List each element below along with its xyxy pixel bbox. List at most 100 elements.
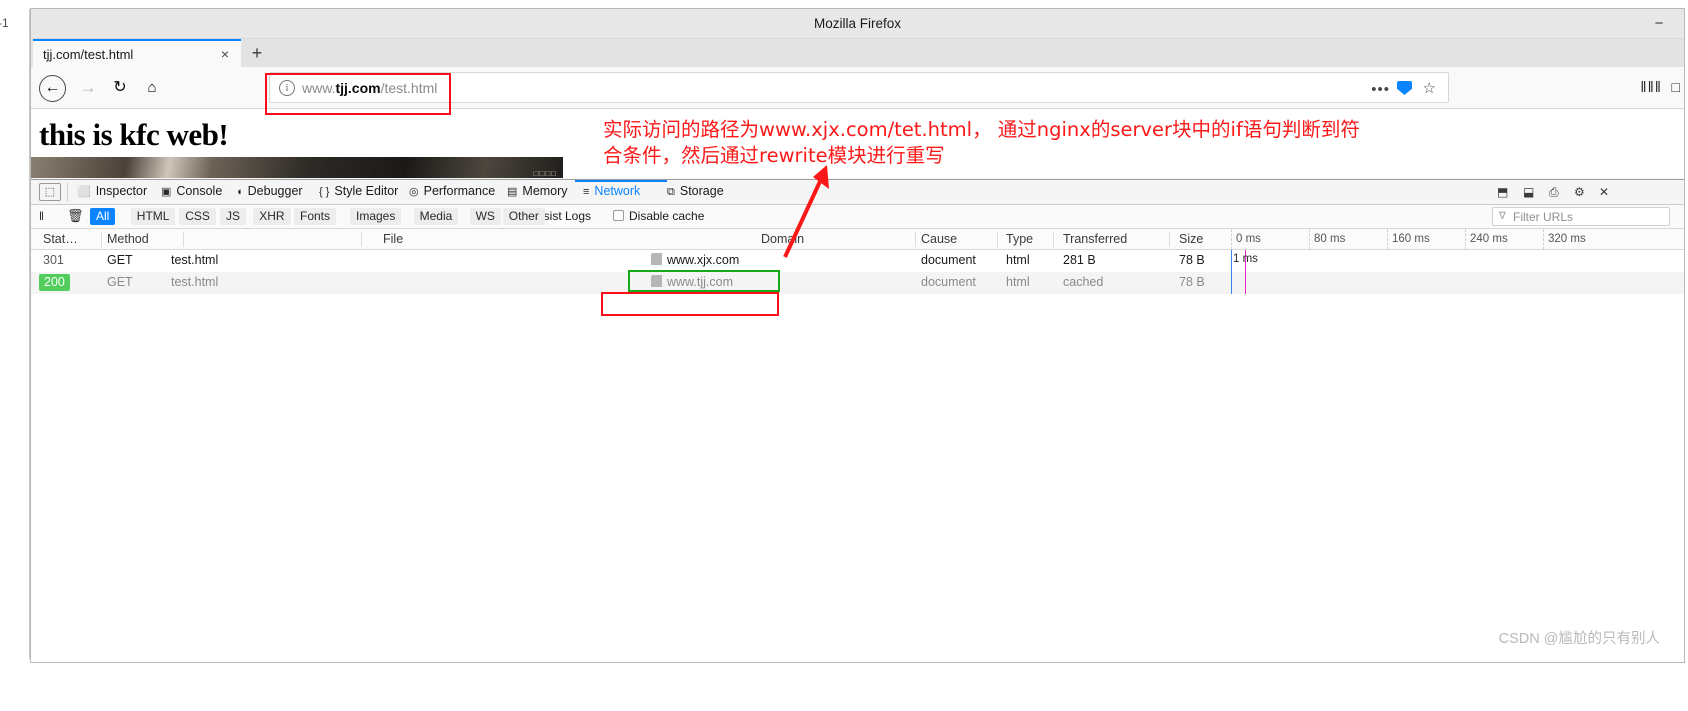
devtools-tab-style-editor[interactable]: { } Style Editor (319, 184, 398, 198)
inspector-icon: ⬜ (77, 186, 91, 198)
minimize-button[interactable]: − (1648, 13, 1670, 35)
info-icon[interactable]: i (279, 80, 295, 96)
new-tab-button[interactable]: + (246, 43, 268, 65)
annotation-line-2: 合条件，然后通过rewrite模块进行重写 (603, 144, 945, 167)
cell-size: 78 B (1179, 275, 1205, 289)
tab-strip: tjj.com/test.html × + (31, 39, 1684, 67)
table-row[interactable]: 301 GET test.html document html 281 B 78 B www.… (31, 250, 1684, 272)
screenshot-icon[interactable]: ⎙ (1549, 185, 1559, 200)
column-header-method[interactable]: Method (107, 232, 149, 246)
devtools-tab-debugger[interactable]: ◖ Debugger (236, 184, 303, 198)
status-badge: 200 (39, 274, 70, 291)
close-icon[interactable]: × (217, 46, 233, 62)
filter-urls-placeholder: Filter URLs (1513, 210, 1574, 224)
pocket-icon[interactable] (1397, 81, 1412, 95)
column-header-type[interactable]: Type (1006, 232, 1033, 246)
pause-icon[interactable]: ‖ (39, 209, 45, 223)
filter-js[interactable]: JS (220, 208, 247, 225)
url-prefix: www. (302, 80, 336, 96)
gutter-label: -1 (0, 16, 9, 30)
cell-method: GET (107, 275, 133, 289)
devtools-tab-storage[interactable]: ⧉ Storage (667, 184, 724, 199)
devtools-tab-performance[interactable]: ◎ Performance (409, 184, 495, 198)
devtools-tab-console[interactable]: ▣ Console (161, 184, 222, 198)
memory-icon: ▤ (507, 186, 518, 198)
devtools-tab-network[interactable]: ≡ Network (583, 184, 640, 198)
filter-all[interactable]: All (90, 208, 116, 225)
column-header-size[interactable]: Size (1179, 232, 1203, 246)
filter-images[interactable]: Images (350, 208, 402, 225)
cell-domain: www.xjx.com (651, 253, 739, 267)
filter-html[interactable]: HTML (130, 208, 176, 225)
clear-icon[interactable]: 🗑 (67, 208, 84, 224)
watermark: CSDN @尴尬的只有别人 (1498, 631, 1660, 647)
cell-type: html (1006, 275, 1030, 289)
home-icon[interactable]: ⌂ (139, 75, 165, 101)
cell-cause: document (921, 275, 976, 289)
devtools-panel: ⬚ ⬜ Inspector ▣ Console ◖ Debugger { } Style Ed… (31, 179, 1684, 662)
timeline-bar: 1 ms (1231, 250, 1684, 272)
annotation-line-1: 实际访问的路径为www.xjx.com/tet.html， 通过nginx的se… (603, 118, 1360, 141)
devtools-tab-label: Debugger (247, 184, 303, 198)
browser-tab[interactable]: tjj.com/test.html × (33, 39, 241, 67)
console-icon: ▣ (161, 186, 172, 198)
window-titlebar: Mozilla Firefox − (31, 9, 1684, 39)
table-header-row: Stat… Method File Domain Cause Type Transferre… (31, 229, 1684, 250)
close-devtools-icon[interactable]: ✕ (1599, 185, 1609, 199)
layout-side-icon[interactable]: ⬓ (1523, 185, 1534, 199)
timeline-tick-label: 160 ms (1392, 233, 1430, 245)
table-body: 301 GET test.html document html 281 B 78 B www.… (31, 250, 1684, 294)
timeline-tick (1543, 229, 1544, 250)
devtools-tab-inspector[interactable]: ⬜ Inspector (77, 184, 147, 198)
filter-xhr[interactable]: XHR (253, 208, 291, 225)
status-badge: 301 (43, 253, 64, 267)
library-icon[interactable]: ‖‖‖ (1640, 79, 1662, 96)
column-divider (915, 232, 916, 247)
filter-css[interactable]: CSS (179, 208, 216, 225)
disable-cache-checkbox[interactable]: Disable cache (613, 209, 704, 223)
timeline-domcontentloaded-line (1231, 250, 1232, 272)
devtools-tab-label: Memory (522, 184, 568, 198)
settings-icon[interactable]: ⚙ (1574, 185, 1585, 199)
column-header-transferred[interactable]: Transferred (1063, 232, 1127, 246)
debugger-icon: ◖ (236, 186, 243, 198)
timeline-tick-label: 80 ms (1314, 233, 1346, 245)
timeline-bar (1231, 272, 1684, 294)
devtools-tab-memory[interactable]: ▤ Memory (507, 184, 568, 198)
devtools-tab-label: Storage (679, 184, 724, 198)
url-bar[interactable]: i www.tjj.com/test.html ••• ☆ (269, 72, 1449, 103)
layout-bottom-icon[interactable]: ⬒ (1497, 185, 1508, 199)
column-divider (101, 232, 102, 247)
devtools-tab-label: Console (176, 184, 223, 198)
filter-media[interactable]: Media (413, 208, 459, 225)
domain-text: www.tjj.com (667, 275, 733, 289)
cell-file: test.html (171, 253, 219, 267)
page-actions-icon[interactable]: ••• (1371, 81, 1390, 98)
performance-icon: ◎ (409, 186, 419, 198)
active-tab-underline (575, 180, 667, 182)
filter-urls-input[interactable]: ∇ Filter URLs (1492, 207, 1670, 226)
insecure-lock-icon (651, 253, 662, 265)
sidebar-icon[interactable]: □ (1672, 79, 1680, 95)
timeline-tick-label: 240 ms (1470, 233, 1508, 245)
element-picker-icon[interactable]: ⬚ (39, 183, 61, 201)
navigation-bar: ← → ↻ ⌂ i www.tjj.com/test.html ••• ☆ ‖‖… (31, 67, 1684, 109)
column-header-stat[interactable]: Stat… (43, 232, 78, 246)
forward-icon[interactable]: → (75, 75, 101, 101)
insecure-lock-icon (651, 275, 662, 287)
timeline-load-line (1245, 272, 1246, 294)
column-header-file[interactable]: File (383, 232, 403, 246)
filter-ws[interactable]: WS (469, 208, 501, 225)
back-icon[interactable]: ← (39, 75, 66, 102)
reload-icon[interactable]: ↻ (107, 75, 133, 101)
devtools-tab-label: Network (594, 184, 641, 198)
filter-other[interactable]: Other (502, 208, 545, 225)
page-image: □□□□ (31, 157, 563, 178)
timeline-tick-label: 0 ms (1236, 233, 1261, 245)
url-domain: tjj.com (335, 80, 381, 96)
table-row[interactable]: 200 GET test.html document html cached 78 B www… (31, 272, 1684, 294)
column-header-cause[interactable]: Cause (921, 232, 957, 246)
bookmark-star-icon[interactable]: ☆ (1423, 79, 1436, 97)
filter-fonts[interactable]: Fonts (294, 208, 337, 225)
timeline-header: 0 ms 80 ms 160 ms 240 ms 320 ms (1231, 229, 1684, 250)
